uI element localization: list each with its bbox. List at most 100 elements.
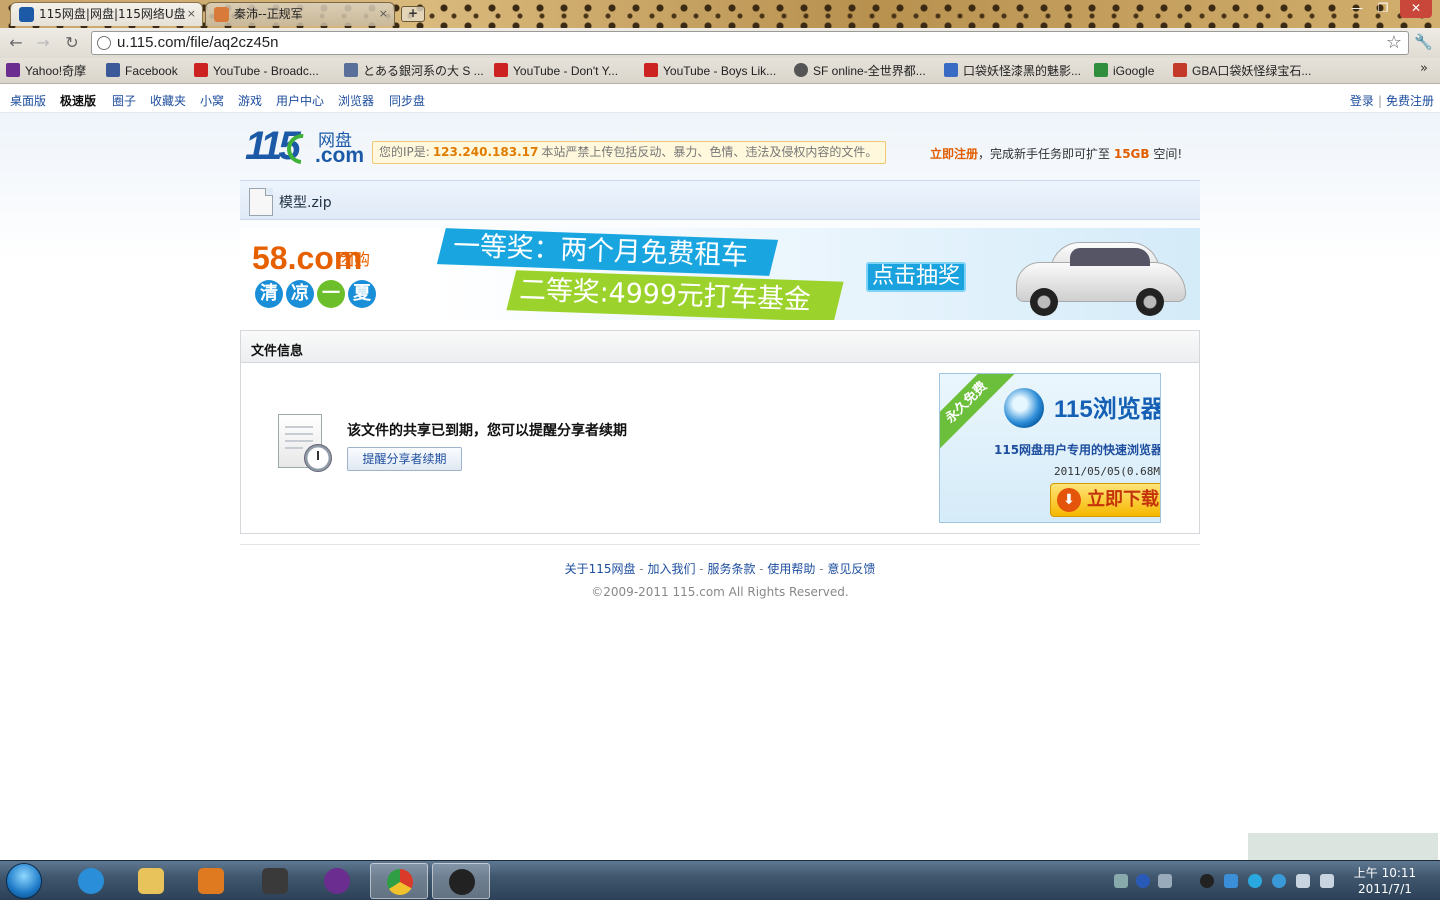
bookmark-sf-online[interactable]: SF online-全世界都... <box>794 62 926 80</box>
counter-strike-icon <box>262 868 288 894</box>
wrench-icon[interactable]: 🔧 <box>1414 33 1433 51</box>
footer-link-terms[interactable]: 服务条款 <box>707 562 755 576</box>
network-tray-icon[interactable] <box>1296 874 1310 888</box>
taskbar-cs[interactable] <box>246 863 304 899</box>
nav-nest[interactable]: 小窝 <box>200 92 224 109</box>
nav-games[interactable]: 游戏 <box>238 92 262 109</box>
taskbar-qq[interactable] <box>432 863 490 899</box>
expired-document-icon <box>278 414 332 472</box>
bookmark-label: SF online-全世界都... <box>813 64 926 78</box>
register-link[interactable]: 免费注册 <box>1386 94 1434 108</box>
58-tuangou-ad-banner[interactable]: 58.com 团购 清 凉 一 夏 一等奖：两个月免费租车 二等奖:4999元打… <box>240 228 1200 320</box>
system-clock[interactable]: 上午 10:11 2011/7/1 <box>1345 865 1425 897</box>
browser-tray-icon[interactable] <box>1248 874 1262 888</box>
tab-close-icon[interactable]: × <box>379 3 388 25</box>
close-window-button[interactable]: ✕ <box>1400 0 1432 18</box>
slogan-char: 清 <box>255 280 283 308</box>
sync-tray-icon[interactable] <box>1272 874 1286 888</box>
bookmark-youtube-broadcast[interactable]: YouTube - Broadc... <box>194 62 319 80</box>
shield-tray-icon[interactable] <box>1224 874 1238 888</box>
footer-link-join[interactable]: 加入我们 <box>647 562 695 576</box>
bookmark-toaru[interactable]: とある銀河系の大 S ... <box>344 62 484 80</box>
url-text[interactable]: u.115.com/file/aq2cz45n <box>117 34 279 51</box>
slogan-char: 夏 <box>348 280 376 308</box>
footer-link-feedback[interactable]: 意见反馈 <box>827 562 875 576</box>
tab-close-icon[interactable]: × <box>187 3 196 25</box>
browser-titlebar: 115网盘|网盘|115网络U盘 × 秦沛--正规军 × + — ❐ ✕ <box>0 0 1440 28</box>
nav-user-center[interactable]: 用户中心 <box>276 92 324 109</box>
youtube-icon <box>644 63 658 77</box>
qq-tray-icon[interactable] <box>1200 874 1214 888</box>
nav-desktop[interactable]: 桌面版 <box>10 92 46 109</box>
nav-fast[interactable]: 极速版 <box>60 92 96 109</box>
tray-expand-icon[interactable] <box>1158 874 1172 888</box>
taskbar-yahoo-messenger[interactable] <box>308 863 366 899</box>
minimize-button[interactable]: — <box>1344 0 1370 18</box>
ip-notice: 您的IP是: 123.240.183.17 本站严禁上传包括反动、暴力、色情、违法及… <box>372 141 886 164</box>
zip-file-icon <box>249 188 273 216</box>
bookmark-pokemon-black[interactable]: 口袋妖怪漆黑的魅影... <box>944 62 1081 80</box>
bookmark-yahoo[interactable]: Yahoo!奇摩 <box>6 62 86 80</box>
nav-browser[interactable]: 浏览器 <box>338 92 374 109</box>
tab-qinpei[interactable]: 秦沛--正规军 × <box>205 2 395 26</box>
taskbar-explorer[interactable] <box>122 863 180 899</box>
taskbar-ie[interactable] <box>62 863 120 899</box>
login-link[interactable]: 登录 <box>1350 94 1374 108</box>
tab-label: 115网盘|网盘|115网络U盘 <box>39 7 186 21</box>
keyboard-tray-icon[interactable] <box>1114 874 1128 888</box>
download-arrow-icon: ⬇ <box>1057 488 1081 512</box>
115-browser-logo-icon <box>1004 388 1044 428</box>
back-button[interactable]: ← <box>6 33 26 53</box>
lottery-button[interactable]: 点击抽奖 <box>866 262 966 292</box>
address-bar[interactable]: u.115.com/file/aq2cz45n ☆ <box>91 31 1409 55</box>
logo-com: .com <box>315 144 365 167</box>
taskbar-chrome[interactable] <box>370 863 428 899</box>
bookmark-igoogle[interactable]: iGoogle <box>1094 62 1154 80</box>
page-icon <box>1173 63 1187 77</box>
new-tab-button[interactable]: + <box>401 6 425 22</box>
page-icon <box>944 63 958 77</box>
document-line <box>285 426 313 428</box>
slogan-char: 一 <box>317 280 345 308</box>
remind-sharer-button[interactable]: 提醒分享者续期 <box>347 447 462 471</box>
nav-circle[interactable]: 圈子 <box>112 92 136 109</box>
register-now-link[interactable]: 立即注册 <box>930 147 978 161</box>
maximize-button[interactable]: ❐ <box>1370 0 1396 18</box>
115-logo[interactable]: 115 网盘 .com <box>245 124 365 171</box>
bookmark-facebook[interactable]: Facebook <box>106 62 178 80</box>
nav-favorites[interactable]: 收藏夹 <box>150 92 186 109</box>
reload-button[interactable]: ↻ <box>62 33 82 53</box>
footer-link-help[interactable]: 使用帮助 <box>767 562 815 576</box>
bookmark-youtube-boys[interactable]: YouTube - Boys Lik... <box>644 62 776 80</box>
download-now-button[interactable]: ⬇ 立即下载 <box>1050 483 1160 517</box>
bookmark-label: iGoogle <box>1113 64 1155 78</box>
document-line <box>285 447 303 449</box>
bookmark-star-icon[interactable]: ☆ <box>1386 32 1402 53</box>
bookmark-gba-pokemon[interactable]: GBA口袋妖怪绿宝石... <box>1173 62 1311 80</box>
file-info-header: 文件信息 <box>241 331 1199 363</box>
volume-tray-icon[interactable] <box>1320 874 1334 888</box>
bookmark-label: Yahoo!奇摩 <box>25 64 87 78</box>
bookmarks-bar: Yahoo!奇摩 Facebook YouTube - Broadc... とあ… <box>0 58 1440 84</box>
tab-115-wangpan[interactable]: 115网盘|网盘|115网络U盘 × <box>10 2 203 26</box>
115-browser-ad[interactable]: 永久免费 115浏览器 115网盘用户专用的快速浏览器 2011/05/05(0… <box>939 373 1161 523</box>
help-tray-icon[interactable] <box>1136 874 1150 888</box>
taskbar-media[interactable] <box>182 863 240 899</box>
nav-sync-disk[interactable]: 同步盘 <box>389 92 425 109</box>
youtube-icon <box>194 63 208 77</box>
media-player-icon <box>198 868 224 894</box>
forward-button[interactable]: → <box>33 33 53 53</box>
start-button[interactable] <box>6 863 42 899</box>
ip-address: 123.240.183.17 <box>432 145 539 159</box>
file-name: 模型.zip <box>279 195 332 211</box>
ip-suffix: 本站严禁上传包括反动、暴力、色情、违法及侵权内容的文件。 <box>541 145 878 159</box>
bookmark-youtube-dont[interactable]: YouTube - Don't Y... <box>494 62 618 80</box>
footer-link-about[interactable]: 关于115网盘 <box>565 562 636 576</box>
facebook-icon <box>106 63 120 77</box>
promo-text: ，完成新手任务即可扩至 <box>978 147 1111 161</box>
yahoo-messenger-icon <box>324 868 350 894</box>
promo-gb: 15GB <box>1113 147 1150 161</box>
bookmarks-more-button[interactable]: » <box>1420 61 1428 76</box>
prize1-text: 一等奖：两个月免费租车 <box>452 230 749 273</box>
bookmark-label: YouTube - Boys Lik... <box>663 64 777 78</box>
